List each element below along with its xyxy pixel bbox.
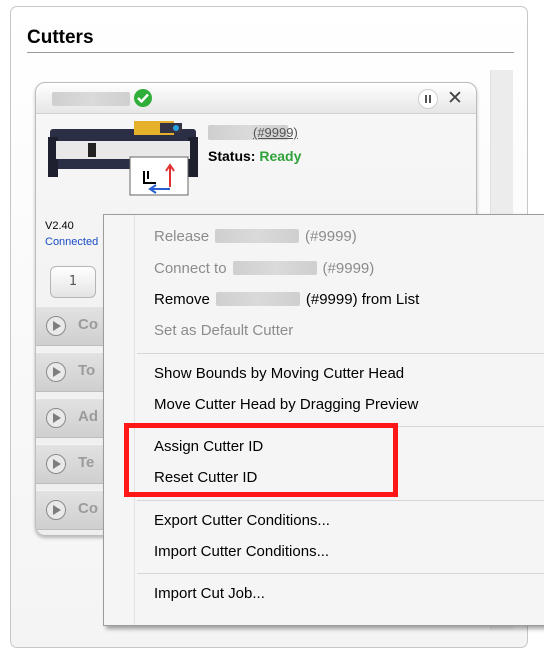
menu-item-label: Remove [154,291,210,308]
expand-play-icon [46,316,66,336]
section-label: Co [78,316,98,333]
close-icon[interactable]: ✕ [445,88,465,108]
connected-check-icon [134,89,152,107]
status-line: Status: Ready [208,148,301,164]
menu-item-label: Connect to [154,260,227,277]
firmware-version: V2.40 [45,220,74,232]
menu-item-remove[interactable]: Remove (#9999) from List [154,291,419,308]
highlight-box [124,423,398,497]
expand-play-icon [46,408,66,428]
menu-item-import-cut-job[interactable]: Import Cut Job... [154,585,265,602]
status-value: Ready [259,148,302,164]
expand-play-icon [46,362,66,382]
status-label: Status: [208,148,256,164]
menu-item-release[interactable]: Release (#9999) [154,228,357,245]
section-label: Co [78,500,98,517]
menu-separator [137,353,544,354]
menu-item-export-conditions[interactable]: Export Cutter Conditions... [154,512,330,529]
section-label: To [78,362,96,379]
redacted-cutter-name [52,92,130,106]
section-label: Ad [78,408,98,425]
section-label: Te [78,454,95,471]
menu-item-label: (#9999) [322,260,375,277]
menu-item-set-default[interactable]: Set as Default Cutter [154,322,293,339]
menu-item-connect[interactable]: Connect to (#9999) [154,260,374,277]
redacted-name [215,292,300,307]
cutter-id-link[interactable]: (#9999) [253,125,298,140]
menu-item-import-conditions[interactable]: Import Cutter Conditions... [154,543,329,560]
menu-item-label: (#9999) from List [305,291,420,308]
title-divider [27,52,514,53]
page-tab-1[interactable]: 1 [50,266,96,298]
menu-icon-gutter [134,215,135,625]
redacted-name [215,229,300,244]
menu-item-move-head[interactable]: Move Cutter Head by Dragging Preview [154,396,418,413]
connection-link[interactable]: Connected [45,236,98,248]
menu-separator [137,500,544,501]
expand-play-icon [46,500,66,520]
menu-separator [137,573,544,574]
cutter-machine-icon [48,121,198,196]
menu-item-show-bounds[interactable]: Show Bounds by Moving Cutter Head [154,365,404,382]
expand-play-icon [46,454,66,474]
redacted-name [232,261,317,276]
menu-item-label: (#9999) [305,228,357,245]
menu-item-label: Release [154,228,210,245]
context-menu: Release (#9999) Connect to (#9999) Remove (… [103,214,544,626]
panel-title: Cutters [27,27,94,48]
cutter-card-header: ✕ [36,83,476,114]
pause-icon[interactable] [418,89,438,109]
